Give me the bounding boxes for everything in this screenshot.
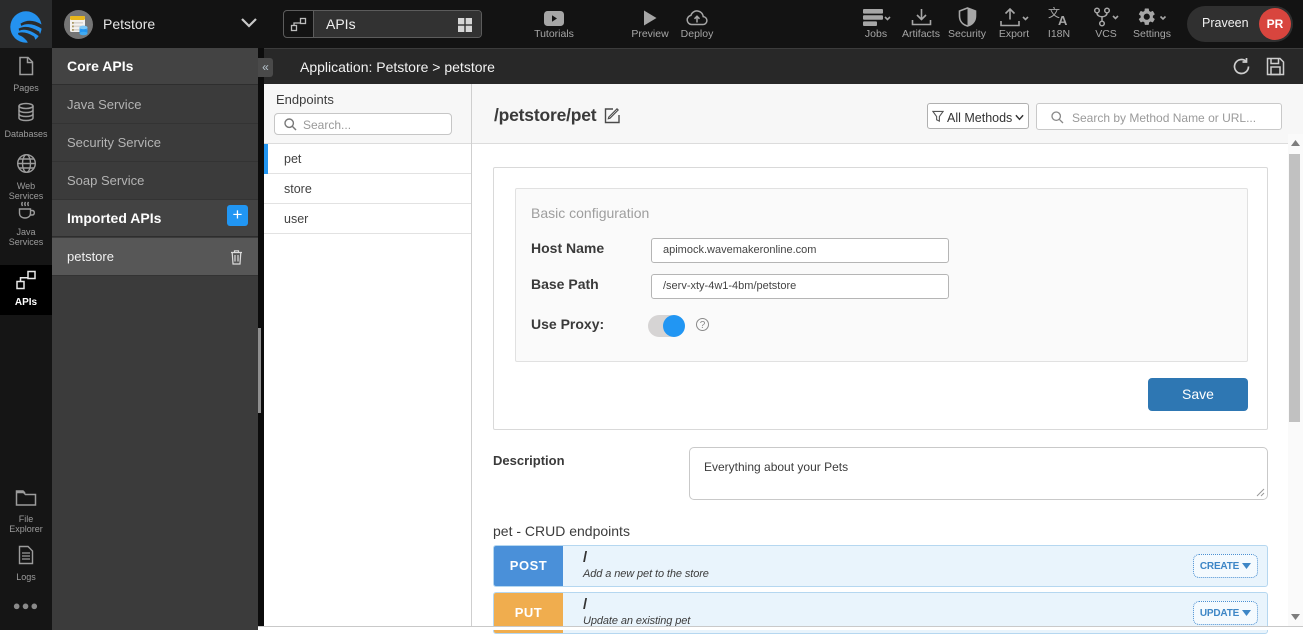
svg-text:A: A [1058, 13, 1068, 27]
